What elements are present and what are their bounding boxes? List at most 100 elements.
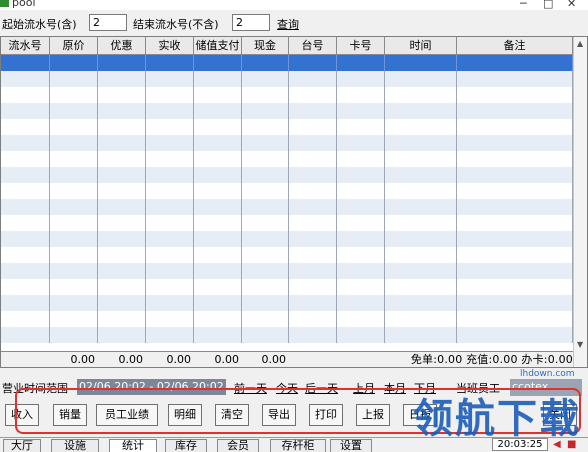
- staff-performance-button[interactable]: 员工业绩: [96, 404, 158, 426]
- start-serial-input[interactable]: 2: [89, 14, 127, 31]
- clear-button[interactable]: 清空: [215, 404, 249, 426]
- tab-6[interactable]: 设置: [330, 439, 372, 452]
- report-button[interactable]: 上报: [356, 404, 390, 426]
- column-header[interactable]: 时间: [385, 37, 457, 54]
- prev-day-link[interactable]: 前一天: [234, 380, 267, 396]
- sales-button[interactable]: 销量: [53, 404, 87, 426]
- column-header[interactable]: 储值支付: [194, 37, 242, 54]
- column-header[interactable]: 优惠: [98, 37, 146, 54]
- details-button[interactable]: 明细: [168, 404, 202, 426]
- export-button[interactable]: 导出: [262, 404, 296, 426]
- table-cell: [1, 263, 50, 279]
- table-cell: [194, 55, 242, 71]
- table-cell: [289, 55, 337, 71]
- table-row[interactable]: [1, 119, 573, 135]
- minimize-icon[interactable]: ─: [520, 0, 527, 10]
- table-cell: [457, 55, 573, 71]
- this-month-link[interactable]: 本月: [384, 380, 406, 396]
- table-cell: [289, 71, 337, 87]
- table-cell: [98, 263, 146, 279]
- tray-icon: ◀: [553, 439, 561, 450]
- close-icon[interactable]: ✕: [567, 0, 576, 10]
- table-row[interactable]: [1, 55, 573, 71]
- table-cell: [289, 311, 337, 327]
- tab-0[interactable]: 大厅: [3, 439, 41, 452]
- column-header[interactable]: 原价: [50, 37, 98, 54]
- vertical-scrollbar[interactable]: ▲ ▼: [573, 37, 587, 367]
- column-header[interactable]: 卡号: [337, 37, 385, 54]
- table-cell: [337, 71, 385, 87]
- table-cell: [385, 167, 457, 183]
- table-cell: [242, 103, 289, 119]
- table-row[interactable]: [1, 327, 573, 343]
- table-cell: [457, 151, 573, 167]
- table-cell: [457, 279, 573, 295]
- print-button[interactable]: 打印: [309, 404, 343, 426]
- table-cell: [457, 199, 573, 215]
- column-header[interactable]: 备注: [457, 37, 573, 54]
- column-header[interactable]: 台号: [289, 37, 337, 54]
- table-row[interactable]: [1, 151, 573, 167]
- table-cell: [50, 199, 98, 215]
- prev-month-link[interactable]: 上月: [353, 380, 375, 396]
- table-cell: [385, 247, 457, 263]
- table-row[interactable]: [1, 279, 573, 295]
- column-header[interactable]: 流水号: [1, 37, 50, 54]
- scroll-down-icon[interactable]: ▼: [577, 340, 583, 349]
- watermark-logo: 领航下载: [413, 395, 581, 442]
- table-row[interactable]: [1, 183, 573, 199]
- income-button[interactable]: 收入: [5, 404, 39, 426]
- scroll-up-icon[interactable]: ▲: [577, 39, 583, 48]
- tab-4[interactable]: 会员: [217, 439, 259, 452]
- range-value[interactable]: 02/06 20:02 - 02/06 20:02: [77, 379, 226, 395]
- bottom-tab-bar: 20:03:25 ◀ ■ 大厅 设施 统计 库存 会员 存杆柜 设置: [0, 437, 588, 452]
- table-row[interactable]: [1, 135, 573, 151]
- table-row[interactable]: [1, 247, 573, 263]
- table-cell: [337, 231, 385, 247]
- tab-2[interactable]: 统计: [109, 439, 157, 452]
- table-cell: [50, 167, 98, 183]
- table-cell: [242, 183, 289, 199]
- app-icon: [0, 0, 9, 7]
- today-link[interactable]: 今天: [276, 380, 298, 396]
- table-cell: [385, 135, 457, 151]
- table-cell: [289, 135, 337, 151]
- column-header[interactable]: 实收: [146, 37, 194, 54]
- table-row[interactable]: [1, 231, 573, 247]
- table-row[interactable]: [1, 215, 573, 231]
- table-cell: [50, 103, 98, 119]
- table-cell: [98, 247, 146, 263]
- table-row[interactable]: [1, 167, 573, 183]
- table-cell: [1, 247, 50, 263]
- end-serial-input[interactable]: 2: [232, 14, 270, 31]
- table-cell: [242, 135, 289, 151]
- total-cell: 0.00: [166, 353, 192, 366]
- table-row[interactable]: [1, 263, 573, 279]
- table-cell: [146, 71, 194, 87]
- table-cell: [385, 199, 457, 215]
- maximize-icon[interactable]: □: [543, 0, 553, 10]
- table-row[interactable]: [1, 87, 573, 103]
- column-header[interactable]: 现金: [242, 37, 289, 54]
- table-cell: [1, 151, 50, 167]
- table-row[interactable]: [1, 295, 573, 311]
- table-cell: [98, 87, 146, 103]
- records-grid[interactable]: 流水号 原价 优惠 实收 储值支付 现金 台号 卡号 时间 备注 0.00 0.00 0.00 0.00…: [0, 36, 588, 368]
- table-row[interactable]: [1, 103, 573, 119]
- grid-rows[interactable]: [1, 55, 573, 343]
- table-cell: [146, 199, 194, 215]
- tab-1[interactable]: 设施: [51, 439, 99, 452]
- tab-5[interactable]: 存杆柜: [270, 439, 326, 452]
- table-cell: [194, 263, 242, 279]
- table-cell: [1, 87, 50, 103]
- table-row[interactable]: [1, 311, 573, 327]
- next-day-link[interactable]: 后一天: [305, 380, 338, 396]
- table-row[interactable]: [1, 199, 573, 215]
- table-cell: [98, 199, 146, 215]
- table-cell: [146, 103, 194, 119]
- tab-3[interactable]: 库存: [165, 439, 207, 452]
- table-row[interactable]: [1, 71, 573, 87]
- query-link[interactable]: 查询: [277, 16, 299, 32]
- table-cell: [385, 263, 457, 279]
- table-cell: [385, 215, 457, 231]
